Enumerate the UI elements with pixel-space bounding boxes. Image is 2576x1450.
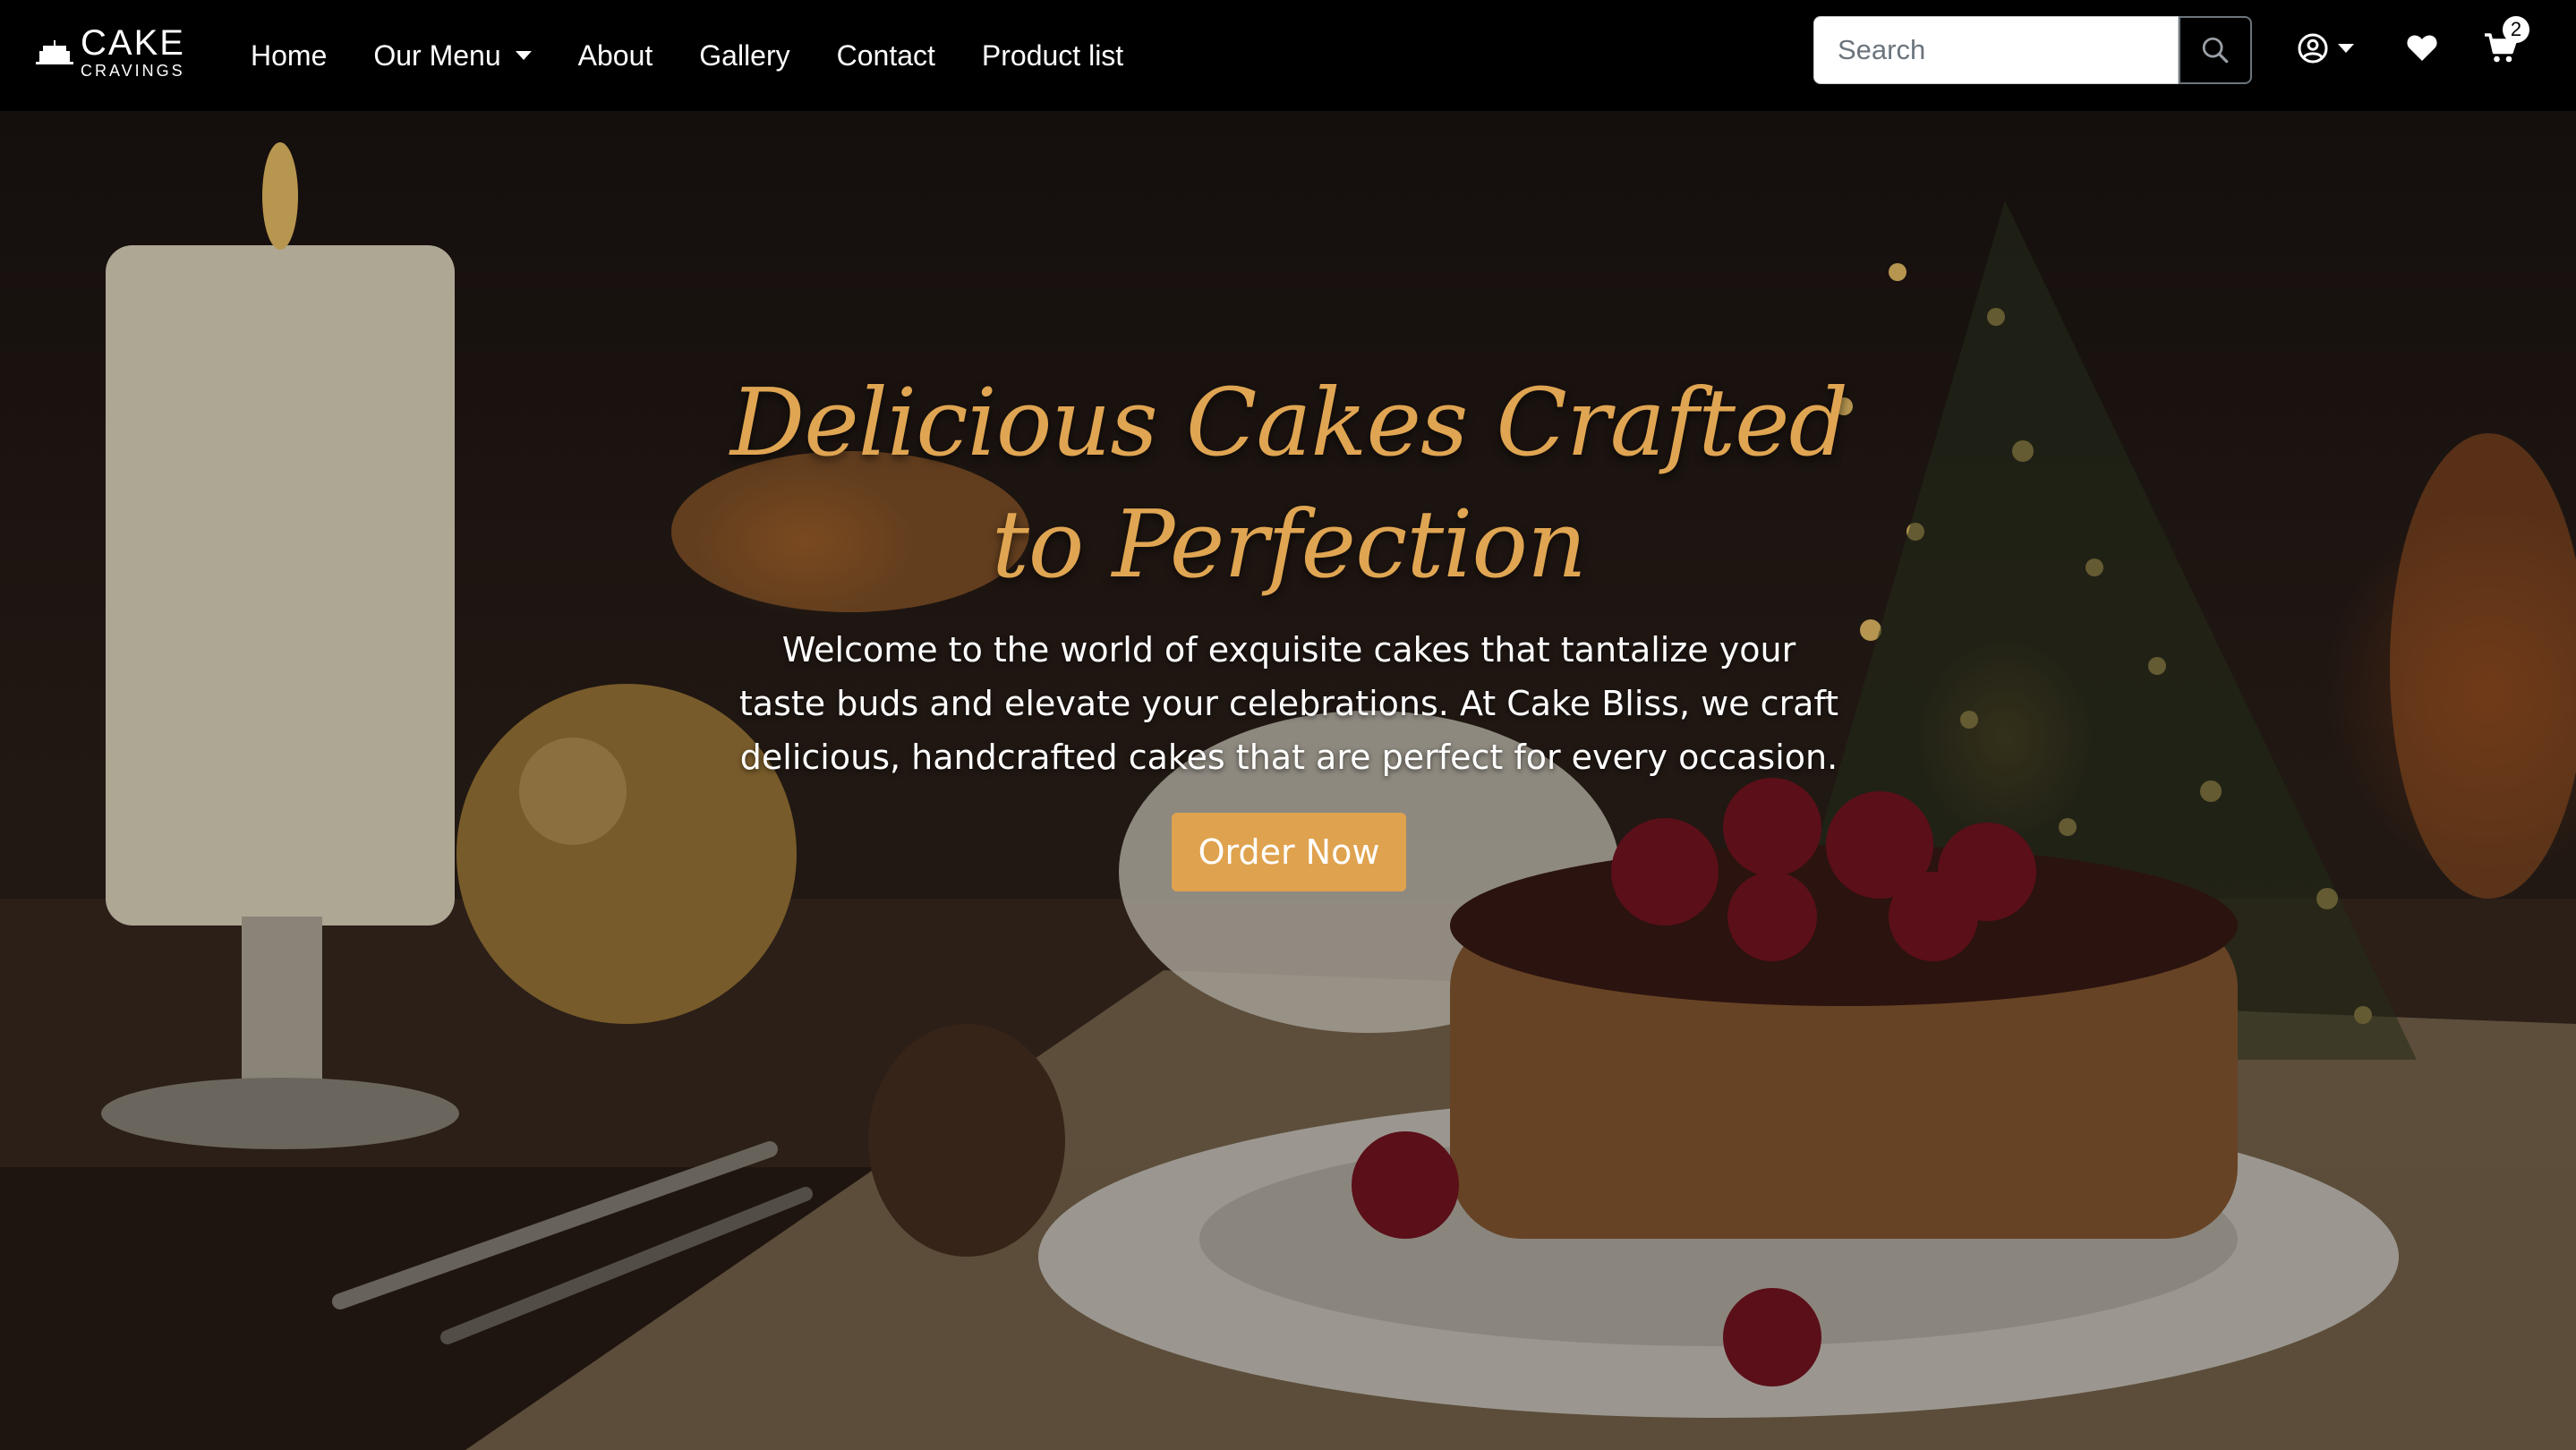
nav-gallery[interactable]: Gallery [699, 39, 789, 72]
nav-gallery-label: Gallery [699, 38, 790, 72]
nav-about-label: About [577, 38, 653, 72]
cart-count-badge: 2 [2503, 16, 2529, 43]
hero-title: Delicious Cakes Crafted to Perfection [729, 368, 1848, 599]
account-dropdown[interactable] [2297, 32, 2354, 64]
nav-home[interactable]: Home [251, 39, 327, 72]
order-now-button[interactable]: Order Now [1171, 813, 1407, 891]
hero-description: Welcome to the world of exquisite cakes … [738, 630, 1839, 777]
nav-contact-label: Contact [836, 38, 935, 72]
nav-product-list-label: Product list [981, 38, 1124, 72]
hero-section: Delicious Cakes Crafted to Perfection We… [0, 111, 2576, 1450]
brand-logo[interactable]: CAKE CRAVINGS [36, 25, 197, 79]
caret-down-icon [515, 51, 532, 60]
cart-button[interactable]: 2 [2483, 16, 2529, 64]
heart-icon [2407, 35, 2437, 61]
nav-home-label: Home [251, 38, 328, 72]
caret-down-icon [2338, 44, 2354, 53]
nav-our-menu-label: Our Menu [373, 38, 501, 72]
search-button[interactable] [2179, 16, 2252, 84]
nav-about[interactable]: About [578, 39, 653, 72]
wishlist-button[interactable] [2406, 32, 2438, 63]
search-input[interactable] [1813, 16, 2179, 84]
search-form [1813, 16, 2252, 84]
nav-contact[interactable]: Contact [837, 39, 935, 72]
search-icon [2202, 37, 2229, 64]
navbar: CAKE CRAVINGS Home Our Menu About Galler… [0, 0, 2576, 111]
brand-tagline: CRAVINGS [81, 62, 185, 80]
hero-content: Delicious Cakes Crafted to Perfection We… [698, 362, 1880, 891]
brand-name: CAKE [81, 23, 185, 63]
cake-logo-icon [36, 40, 73, 64]
nav-our-menu-dropdown[interactable]: Our Menu [373, 38, 532, 72]
main-nav: Home Our Menu About Gallery Contact Prod… [251, 0, 1123, 111]
nav-product-list[interactable]: Product list [982, 39, 1123, 72]
user-circle-icon [2298, 33, 2328, 64]
